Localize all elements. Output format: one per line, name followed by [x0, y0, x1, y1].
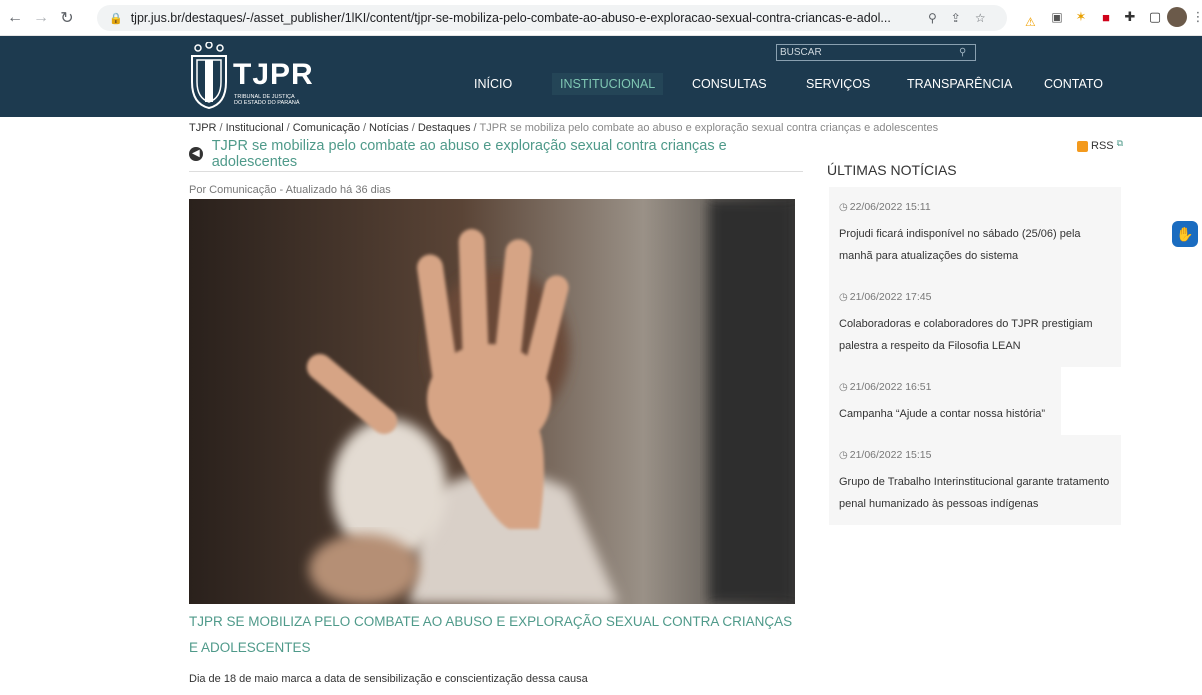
- article-title: TJPR se mobiliza pelo combate ao abuso e…: [211, 137, 727, 170]
- rss-label: RSS: [1091, 140, 1114, 152]
- lock-icon: 🔒: [109, 12, 123, 25]
- menu-item-consultas[interactable]: CONSULTAS: [692, 77, 767, 91]
- news-text[interactable]: Colaboradoras e colaboradores do TJPR pr…: [839, 313, 1111, 357]
- news-date: 21/06/2022 16:51: [849, 381, 932, 393]
- site-header: TJPR Tribunal de Justiça do Estado do Pa…: [0, 36, 1202, 117]
- back-circle-icon[interactable]: ◀: [189, 146, 203, 161]
- menu-item-institucional[interactable]: INSTITUCIONAL: [552, 73, 664, 95]
- breadcrumb-item[interactable]: Destaques: [418, 122, 471, 134]
- forward-arrow-icon[interactable]: →: [30, 7, 52, 29]
- extension-b-icon[interactable]: ▣: [1048, 8, 1066, 26]
- extension-star-icon[interactable]: ✶: [1072, 8, 1090, 26]
- article-lead: Dia de 18 de maio marca a data de sensib…: [189, 673, 588, 685]
- search-icon[interactable]: ⚲: [959, 47, 966, 58]
- rss-icon: [1077, 140, 1088, 152]
- news-text[interactable]: Projudi ficará indisponível no sábado (2…: [839, 223, 1111, 267]
- profile-avatar[interactable]: [1167, 7, 1187, 27]
- byline: Por Comunicação - Atualizado há 36 dias: [189, 184, 391, 196]
- breadcrumb-current: TJPR se mobiliza pelo combate ao abuso e…: [479, 122, 939, 134]
- bookmark-star-icon[interactable]: ☆: [975, 11, 986, 25]
- menu-item-servicos[interactable]: SERVIÇOS: [806, 77, 870, 91]
- breadcrumb-item[interactable]: Comunicação: [293, 122, 360, 134]
- rss-link[interactable]: RSS ⧉: [1077, 137, 1124, 152]
- article-title-row: ◀ TJPR se mobiliza pelo combate ao abuso…: [189, 138, 803, 172]
- clock-icon: ◷: [839, 292, 848, 303]
- menu-item-contato[interactable]: CONTATO: [1044, 77, 1103, 91]
- site-search: ⚲: [776, 44, 976, 61]
- breadcrumb-item[interactable]: Institucional: [226, 122, 284, 134]
- breadcrumb-item[interactable]: Notícias: [369, 122, 409, 134]
- extension-video-icon[interactable]: ■: [1097, 8, 1115, 26]
- clock-icon: ◷: [839, 202, 848, 213]
- news-item[interactable]: ◷ 21/06/2022 16:51 Campanha “Ajude a cont…: [829, 367, 1061, 435]
- news-text[interactable]: Grupo de Trabalho Interinstitucional gar…: [839, 471, 1111, 515]
- search-input[interactable]: [777, 47, 957, 58]
- menu-item-transparencia[interactable]: TRANSPARÊNCIA: [907, 77, 1012, 91]
- news-item[interactable]: ◷ 21/06/2022 17:45 Colaboradoras e colabo…: [829, 277, 1121, 367]
- clock-icon: ◷: [839, 382, 848, 393]
- browser-toolbar: ← → ↻ 🔒 tjpr.jus.br/destaques/-/asset_pu…: [0, 0, 1202, 36]
- news-date: 22/06/2022 15:11: [849, 201, 931, 213]
- byline-updated: Atualizado há 36 dias: [285, 184, 391, 196]
- article-hero-image: [189, 199, 795, 604]
- accessibility-widget-icon[interactable]: ✋: [1172, 221, 1198, 247]
- news-date: 21/06/2022 17:45: [849, 291, 932, 303]
- breadcrumb-item[interactable]: TJPR: [189, 122, 217, 134]
- download-ext-icon[interactable]: ⚠: [1025, 13, 1036, 31]
- back-arrow-icon[interactable]: ←: [4, 7, 26, 29]
- article-headline: TJPR SE MOBILIZA PELO COMBATE AO ABUSO E…: [189, 614, 793, 655]
- address-bar[interactable]: 🔒 tjpr.jus.br/destaques/-/asset_publishe…: [97, 5, 1007, 31]
- zoom-icon[interactable]: ⚲: [928, 11, 937, 25]
- breadcrumb: TJPR / Institucional / Comunicação / Notícias /…: [189, 122, 939, 134]
- news-item[interactable]: ◷ 21/06/2022 15:15 Grupo de Trabalho Inte…: [829, 435, 1121, 525]
- menu-item-inicio[interactable]: INÍCIO: [474, 77, 512, 91]
- tjpr-logo[interactable]: TJPR Tribunal de Justiça do Estado do Pa…: [189, 42, 313, 112]
- kebab-menu-icon[interactable]: ⋮: [1189, 8, 1202, 26]
- news-date: 21/06/2022 15:15: [849, 449, 932, 461]
- share-icon[interactable]: ⇪: [951, 11, 961, 25]
- reload-icon[interactable]: ↻: [56, 7, 78, 29]
- news-list: ◷ 22/06/2022 15:11 Projudi ficará indispo…: [829, 187, 1121, 525]
- byline-author: Por Comunicação: [189, 184, 277, 196]
- extensions-puzzle-icon[interactable]: ✚: [1121, 8, 1139, 26]
- external-link-icon: ⧉: [1116, 137, 1124, 148]
- news-text[interactable]: Campanha “Ajude a contar nossa história”: [839, 403, 1051, 425]
- url-text: tjpr.jus.br/destaques/-/asset_publisher/…: [130, 11, 891, 25]
- news-item[interactable]: ◷ 22/06/2022 15:11 Projudi ficará indispo…: [829, 187, 1121, 277]
- side-panel-icon[interactable]: ▢: [1146, 8, 1164, 26]
- sidebar-title: ÚLTIMAS NOTÍCIAS: [827, 162, 957, 178]
- clock-icon: ◷: [839, 450, 848, 461]
